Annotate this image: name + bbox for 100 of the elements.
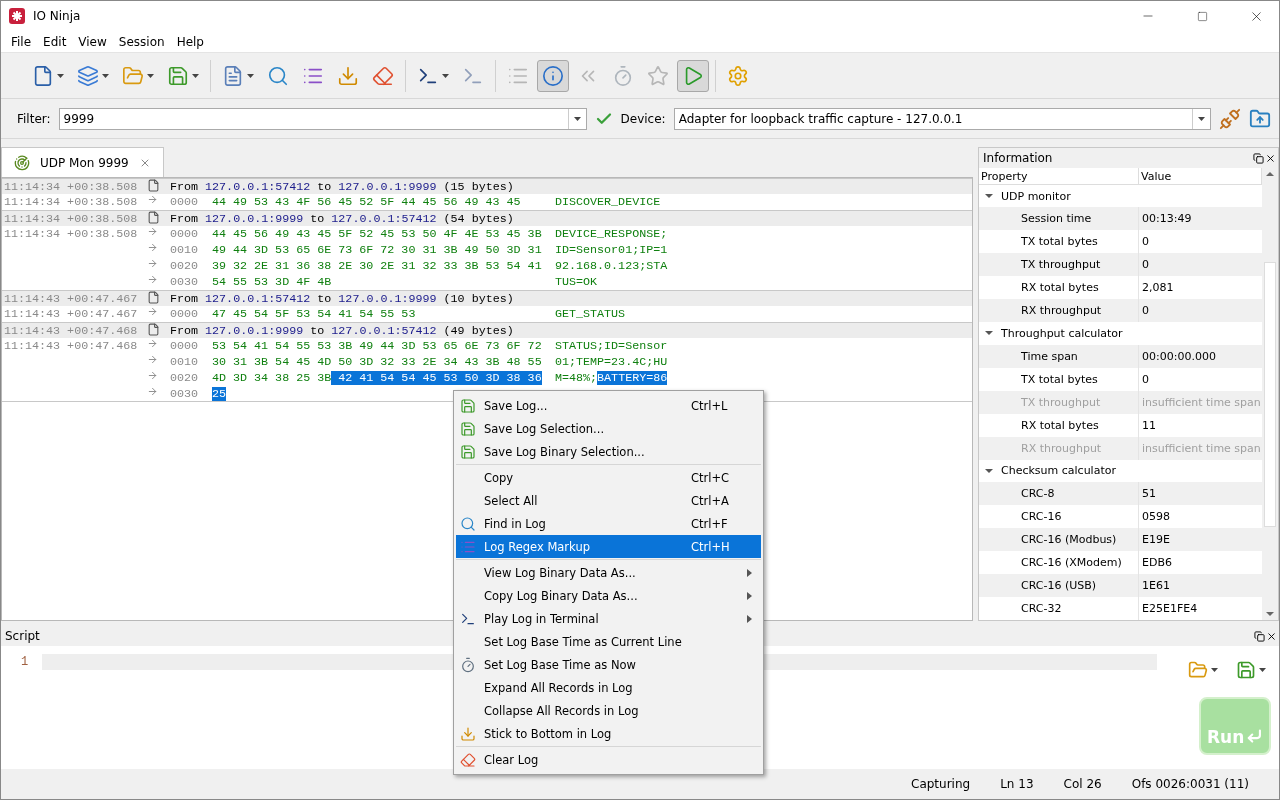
arrow-icon — [147, 338, 158, 349]
menu-item[interactable]: Edit — [37, 32, 73, 51]
property-name: CRC-16 (USB) — [979, 574, 1139, 597]
property-value: EDB6 — [1141, 556, 1173, 569]
context-menu-item[interactable]: Collapse All Records in Log — [456, 699, 761, 722]
context-menu-item[interactable]: Set Log Base Time as Now — [456, 653, 761, 676]
expanded-triangle-icon[interactable] — [985, 466, 993, 475]
float-icon[interactable] — [1254, 630, 1265, 642]
expanded-triangle-icon[interactable] — [985, 329, 993, 338]
property-value: 0598 — [1141, 510, 1171, 523]
packet-header: From 127.0.0.1:9999 to 127.0.0.1:57412 (54 bytes) — [170, 211, 515, 228]
filter-combobox[interactable]: 9999 — [58, 107, 587, 130]
property-value: 00:13:49 — [1141, 212, 1193, 226]
save-icon — [460, 443, 476, 460]
save-icon — [167, 64, 189, 87]
arrow-icon — [147, 258, 158, 269]
timestamp: 11:14:34 +00:38.508 — [3, 226, 139, 242]
context-menu-item[interactable]: Clear Log — [456, 748, 761, 771]
arrow-icon — [147, 354, 158, 365]
context-menu-item[interactable]: View Log Binary Data As... — [456, 561, 761, 584]
offset: 0000 — [170, 226, 200, 242]
context-menu-item[interactable]: Play Log in Terminal — [456, 607, 761, 630]
caret-icon — [573, 116, 581, 121]
panel-title: Information — [983, 151, 1053, 165]
property-value: E25E1FE4 — [1141, 602, 1199, 615]
context-menu-item[interactable]: Copy Log Binary Data As... — [456, 584, 761, 607]
scrollbar[interactable] — [1262, 168, 1278, 620]
property-value: 0 — [1141, 258, 1150, 272]
property-name: CRC-8 — [979, 482, 1139, 505]
close-icon[interactable] — [1265, 152, 1276, 164]
menu-item[interactable]: View — [72, 32, 113, 51]
caret-icon — [1259, 668, 1266, 672]
property-name: CRC-16 (Modbus) — [979, 528, 1139, 551]
menu-item[interactable]: Session — [112, 32, 171, 51]
device-label: Device: — [620, 111, 666, 126]
hex-bytes: 44 49 53 43 4F 56 45 52 5F 44 45 56 49 43 45 — [212, 194, 522, 210]
hex-bytes: 4D 3D 34 38 25 3B — [212, 371, 332, 385]
arrow-icon — [147, 194, 158, 205]
page-icon — [147, 323, 160, 336]
session-tab[interactable]: UDP Mon 9999 — [1, 147, 164, 177]
context-menu-item[interactable]: Copy Ctrl+C — [456, 466, 761, 489]
arrow-icon — [147, 274, 158, 285]
save-icon — [460, 420, 476, 437]
property-value: 00:00:00.000 — [1141, 349, 1217, 363]
group-name: Checksum calculator — [1001, 464, 1116, 478]
offset: 0010 — [170, 354, 200, 370]
property-name: RX throughput — [979, 436, 1139, 460]
star-icon — [647, 64, 669, 87]
packet-header: From 127.0.0.1:57412 to 127.0.0.1:9999 (15 bytes) — [170, 179, 515, 196]
menu-item[interactable]: File — [5, 32, 38, 51]
filter-label: Filter: — [17, 111, 51, 126]
status-text: Capturing — [911, 777, 971, 791]
ascii-text: 92.168.0.123;STA — [555, 258, 669, 274]
submenu-arrow-icon — [747, 568, 752, 577]
property-value: 51 — [1141, 487, 1157, 500]
hex-bytes: 30 31 3B 54 45 4D 50 3D 32 33 2E 34 43 3B 48 55 — [212, 354, 543, 370]
device-combobox[interactable]: Adapter for loopback traffic capture - 127.0.0.1 — [673, 107, 1211, 130]
context-menu-item[interactable]: Save Log Selection... — [456, 417, 761, 440]
selected-hex-bytes: 25 — [212, 387, 227, 401]
context-menu-item[interactable]: Expand All Records in Log — [456, 676, 761, 699]
context-menu-item[interactable]: Log Regex Markup Ctrl+H — [456, 535, 761, 558]
page-icon — [147, 291, 160, 304]
arrow-icon — [147, 306, 158, 317]
search-icon — [460, 515, 476, 532]
plug-icon[interactable] — [1219, 107, 1241, 130]
hex-bytes: 47 45 54 5F 53 54 41 54 55 53 — [212, 306, 417, 322]
context-menu-item[interactable]: Save Log... Ctrl+L — [456, 394, 761, 417]
arrow-icon — [147, 370, 158, 381]
window-title: IO Ninja — [33, 9, 82, 23]
offset: 0000 — [170, 194, 200, 210]
page-icon — [147, 211, 160, 224]
timer-icon — [612, 64, 634, 87]
play-toolbar-button[interactable] — [677, 59, 709, 92]
context-menu-item[interactable]: Find in Log Ctrl+F — [456, 512, 761, 535]
context-menu-item[interactable]: Select All Ctrl+A — [456, 489, 761, 512]
selected-ascii-text: BATTERY=86 — [597, 371, 668, 385]
offset: 0010 — [170, 242, 200, 258]
selected-hex-bytes: 42 41 54 54 45 53 50 3D 38 36 — [331, 371, 542, 385]
offset: 0000 — [170, 306, 200, 322]
caret-icon — [192, 73, 199, 78]
expanded-triangle-icon[interactable] — [985, 192, 993, 201]
close-icon[interactable] — [1266, 630, 1277, 642]
info-toolbar-button[interactable] — [537, 59, 569, 92]
menu-item[interactable]: Help — [170, 32, 210, 51]
timestamp: 11:14:34 +00:38.508 — [3, 194, 139, 210]
context-menu-item[interactable]: Set Log Base Time as Current Line — [456, 630, 761, 653]
hex-bytes: 39 32 2E 31 36 38 2E 30 2E 31 32 33 3B 53 54 41 — [212, 258, 543, 274]
hex-bytes: 44 45 56 49 43 45 5F 52 45 53 50 4F 4E 53 45 3B — [212, 226, 543, 242]
property-value: 11 — [1141, 418, 1157, 432]
caret-icon — [147, 73, 154, 78]
folder-icon[interactable] — [1249, 107, 1271, 130]
group-name: UDP monitor — [1001, 189, 1071, 203]
context-menu-item[interactable]: Stick to Bottom in Log — [456, 722, 761, 745]
context-menu-item[interactable]: Save Log Binary Selection... — [456, 440, 761, 463]
hex-bytes: 53 54 41 54 55 53 3B 49 44 3D 53 65 6E 73 6F 72 — [212, 338, 543, 354]
property-value: insufficient time span — [1141, 441, 1262, 455]
float-icon[interactable] — [1253, 152, 1264, 164]
ascii-text: TUS=OK — [555, 274, 599, 290]
timestamp: 11:14:43 +00:47.467 — [3, 291, 139, 308]
ascii-text: ID=Sensor01;IP=1 — [555, 242, 669, 258]
